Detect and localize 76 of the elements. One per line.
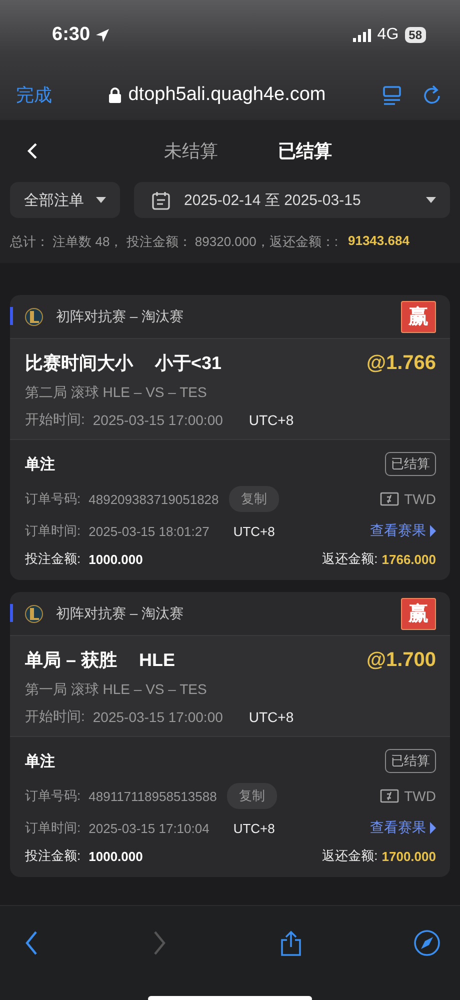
reader-icon[interactable] xyxy=(382,84,402,106)
compass-icon[interactable] xyxy=(414,930,440,956)
stake-label: 投注金额: xyxy=(25,550,81,568)
start-time: 2025-03-15 17:00:00 xyxy=(92,412,223,428)
stake-amount: 1000.000 xyxy=(88,848,143,864)
summary-text: 总计： 注单数 48， 投注金额： 89320.000，返还金额：: xyxy=(10,233,338,251)
bet-type: 单注 xyxy=(25,454,56,474)
clock-time: 6:30 xyxy=(52,24,90,46)
copy-button[interactable]: 复制 xyxy=(228,486,279,512)
return-amount: 1700.000 xyxy=(382,848,436,864)
timezone: UTC+8 xyxy=(233,524,275,538)
view-results-link[interactable]: 查看赛果 xyxy=(370,819,436,837)
return-label: 返还金额: xyxy=(322,550,378,568)
order-time-label: 订单时间: xyxy=(25,522,81,540)
win-badge: 赢 xyxy=(401,598,436,630)
timezone: UTC+8 xyxy=(248,709,294,725)
status-tag: 已结算 xyxy=(385,749,436,773)
order-time: 2025-03-15 18:01:27 xyxy=(88,524,210,538)
signal-icon xyxy=(353,28,372,42)
timezone: UTC+8 xyxy=(233,820,275,836)
reload-icon[interactable] xyxy=(422,85,442,105)
total-return-amount: 91343.684 xyxy=(348,233,410,250)
league-name: 初阵对抗赛 – 淘汰赛 xyxy=(56,308,185,326)
order-time-label: 订单时间: xyxy=(25,819,81,837)
start-time: 2025-03-15 17:00:00 xyxy=(92,709,223,725)
share-icon[interactable] xyxy=(278,930,303,956)
start-time-label: 开始时间: xyxy=(25,708,85,726)
order-number: 489209383719051828 xyxy=(88,492,219,506)
order-number: 489117118958513588 xyxy=(88,788,217,804)
cash-icon xyxy=(380,789,400,803)
league-name: 初阵对抗赛 – 淘汰赛 xyxy=(56,604,185,622)
league-logo-icon xyxy=(25,308,43,326)
view-results-link[interactable]: 查看赛果 xyxy=(370,522,436,540)
stake-amount: 1000.000 xyxy=(88,552,143,566)
bet-type-dropdown[interactable]: 全部注单 xyxy=(10,182,120,218)
start-time-label: 开始时间: xyxy=(25,411,85,429)
play-icon xyxy=(430,525,436,537)
match-info: 第二局 滚球 HLE – VS – TES xyxy=(25,384,207,402)
currency: TWD xyxy=(404,491,436,507)
market-name: 单局 – 获胜 xyxy=(25,649,118,672)
date-range-dropdown[interactable]: 2025-02-14 至 2025-03-15 xyxy=(134,182,450,218)
accent-bar xyxy=(10,604,13,622)
bet-type: 单注 xyxy=(25,752,56,770)
order-number-label: 订单号码: xyxy=(25,787,81,805)
order-number-label: 订单号码: xyxy=(25,490,81,508)
odds-value: @1.700 xyxy=(366,648,436,672)
selection-name: HLE xyxy=(139,650,176,670)
win-badge: 赢 xyxy=(401,300,436,332)
caret-icon xyxy=(426,197,436,203)
selection-name: 小于<31 xyxy=(155,352,223,375)
copy-button[interactable]: 复制 xyxy=(226,783,277,809)
cash-icon xyxy=(380,492,400,506)
network-label: 4G xyxy=(377,26,399,44)
play-icon xyxy=(430,822,436,834)
tab[interactable]: 未结算 xyxy=(164,139,218,163)
address-bar[interactable]: dtoph5ali.quagh4e.com xyxy=(108,84,326,106)
back-icon[interactable] xyxy=(26,142,38,160)
accent-bar xyxy=(10,307,13,325)
done-button[interactable]: 完成 xyxy=(16,83,52,107)
lock-icon xyxy=(108,86,122,104)
order-time: 2025-03-15 17:10:04 xyxy=(88,820,210,836)
caret-icon xyxy=(96,197,106,203)
status-tag: 已结算 xyxy=(385,452,436,476)
location-arrow-icon xyxy=(95,28,110,42)
battery-level: 58 xyxy=(404,27,426,43)
tab[interactable]: 已结算 xyxy=(278,139,332,163)
timezone: UTC+8 xyxy=(248,412,294,428)
currency: TWD xyxy=(404,788,436,804)
calendar-icon xyxy=(152,190,170,210)
stake-label: 投注金额: xyxy=(25,847,81,865)
market-name: 比赛时间大小 xyxy=(25,352,133,375)
return-amount: 1766.000 xyxy=(382,552,436,566)
odds-value: @1.766 xyxy=(366,352,436,374)
match-info: 第一局 滚球 HLE – VS – TES xyxy=(25,681,207,699)
return-label: 返还金额: xyxy=(322,847,378,865)
league-logo-icon xyxy=(25,604,43,622)
